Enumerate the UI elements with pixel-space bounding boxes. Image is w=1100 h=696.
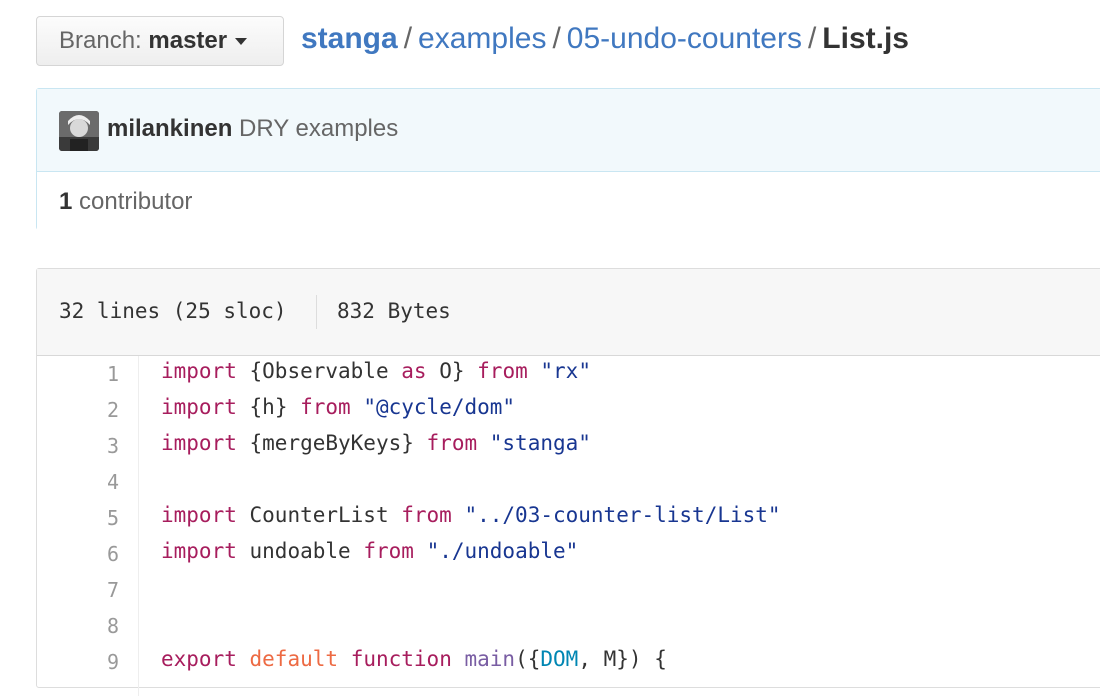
code-blob: 1 import {Observable as O} from "rx" 2 impo…: [37, 356, 1100, 696]
breadcrumb-folder-link[interactable]: 05-undo-counters: [567, 22, 802, 55]
commit-author-link[interactable]: milankinen: [107, 115, 232, 142]
branch-name: master: [148, 27, 228, 54]
contributors-row[interactable]: 1 contributor: [37, 172, 1100, 230]
code-line: 2 import {h} from "@cycle/dom": [37, 392, 1100, 428]
avatar[interactable]: [59, 111, 99, 151]
contributor-label: contributor: [79, 188, 193, 215]
code-line: 5 import CounterList from "../03-counter-…: [37, 500, 1100, 536]
file-line-count: 32 lines (25 sloc): [59, 299, 287, 323]
code-line: 7: [37, 572, 1100, 608]
code-line-content: import CounterList from "../03-counter-l…: [161, 503, 781, 527]
code-line: 4: [37, 464, 1100, 500]
code-line: 3 import {mergeByKeys} from "stanga": [37, 428, 1100, 464]
breadcrumb-current-file: List.js: [822, 22, 909, 55]
file-navigation: Branch: master stanga / examples/05-undo-c…: [36, 16, 1100, 68]
breadcrumb-examples-link[interactable]: examples: [418, 22, 546, 55]
breadcrumb-separator: /: [807, 22, 817, 55]
line-number[interactable]: 7: [37, 578, 119, 602]
line-number[interactable]: 5: [37, 506, 119, 530]
file-header: 32 lines (25 sloc) 832 Bytes: [37, 269, 1100, 356]
contributors-summary: 1 contributor: [59, 188, 192, 216]
line-number[interactable]: 2: [37, 398, 119, 422]
file-size: 832 Bytes: [337, 299, 451, 323]
commit-summary: milankinen DRY examples: [107, 115, 398, 143]
line-number[interactable]: 9: [37, 650, 119, 674]
code-line-content: import {h} from "@cycle/dom": [161, 395, 516, 419]
contributor-count: 1: [59, 188, 73, 215]
branch-prefix: Branch:: [59, 27, 142, 54]
code-line-content: import undoable from "./undoable": [161, 539, 579, 563]
branch-select-button[interactable]: Branch: master: [36, 16, 284, 66]
commit-message-link[interactable]: DRY examples: [239, 115, 398, 142]
code-line: 6 import undoable from "./undoable": [37, 536, 1100, 572]
code-line: 8: [37, 608, 1100, 644]
line-number[interactable]: 1: [37, 362, 119, 386]
code-line: 1 import {Observable as O} from "rx": [37, 356, 1100, 392]
line-number[interactable]: 3: [37, 434, 119, 458]
code-line-content: import {mergeByKeys} from "stanga": [161, 431, 591, 455]
code-line-content: import {Observable as O} from "rx": [161, 359, 591, 383]
code-line-content: export default function main({DOM, M}) {: [161, 647, 667, 671]
breadcrumb-separator: /: [552, 22, 561, 55]
line-number[interactable]: 6: [37, 542, 119, 566]
latest-commit-row: milankinen DRY examples: [37, 89, 1100, 172]
commit-tease: milankinen DRY examples 1 contributor: [36, 88, 1100, 230]
line-number[interactable]: 8: [37, 614, 119, 638]
file-viewer: 32 lines (25 sloc) 832 Bytes 1 import {Ob…: [36, 268, 1100, 696]
code-line: 9 export default function main({DOM, M}) …: [37, 644, 1100, 680]
caret-down-icon: [235, 38, 248, 46]
breadcrumb-repo-link[interactable]: stanga: [301, 22, 398, 55]
file-info-divider: [316, 295, 317, 329]
breadcrumb-separator: /: [403, 22, 413, 55]
line-number[interactable]: 4: [37, 470, 119, 494]
breadcrumb: stanga / examples/05-undo-counters / List.js: [301, 22, 909, 56]
